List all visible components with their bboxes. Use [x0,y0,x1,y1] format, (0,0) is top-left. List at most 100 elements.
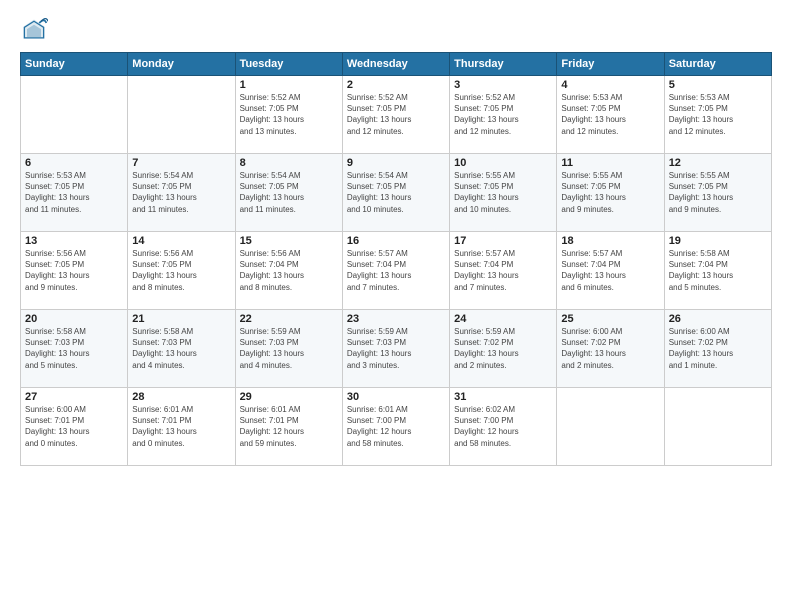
day-number: 4 [561,79,659,91]
day-info: Sunrise: 6:01 AM Sunset: 7:00 PM Dayligh… [347,404,445,449]
calendar-cell: 7Sunrise: 5:54 AM Sunset: 7:05 PM Daylig… [128,154,235,232]
day-number: 24 [454,313,552,325]
day-number: 10 [454,157,552,169]
calendar-cell [664,388,771,466]
logo-icon [20,16,48,44]
day-info: Sunrise: 5:56 AM Sunset: 7:05 PM Dayligh… [25,248,123,293]
day-number: 1 [240,79,338,91]
calendar-weekday-saturday: Saturday [664,53,771,76]
calendar-cell: 24Sunrise: 5:59 AM Sunset: 7:02 PM Dayli… [450,310,557,388]
day-info: Sunrise: 5:59 AM Sunset: 7:02 PM Dayligh… [454,326,552,371]
day-number: 21 [132,313,230,325]
day-info: Sunrise: 5:54 AM Sunset: 7:05 PM Dayligh… [132,170,230,215]
calendar-weekday-sunday: Sunday [21,53,128,76]
calendar-cell: 26Sunrise: 6:00 AM Sunset: 7:02 PM Dayli… [664,310,771,388]
calendar-cell: 14Sunrise: 5:56 AM Sunset: 7:05 PM Dayli… [128,232,235,310]
day-number: 22 [240,313,338,325]
calendar-cell [557,388,664,466]
calendar-cell: 1Sunrise: 5:52 AM Sunset: 7:05 PM Daylig… [235,76,342,154]
calendar-cell: 5Sunrise: 5:53 AM Sunset: 7:05 PM Daylig… [664,76,771,154]
calendar-cell: 11Sunrise: 5:55 AM Sunset: 7:05 PM Dayli… [557,154,664,232]
logo [20,16,52,44]
calendar-cell: 3Sunrise: 5:52 AM Sunset: 7:05 PM Daylig… [450,76,557,154]
day-number: 29 [240,391,338,403]
calendar-cell: 17Sunrise: 5:57 AM Sunset: 7:04 PM Dayli… [450,232,557,310]
day-info: Sunrise: 6:00 AM Sunset: 7:02 PM Dayligh… [561,326,659,371]
day-info: Sunrise: 6:02 AM Sunset: 7:00 PM Dayligh… [454,404,552,449]
calendar-cell [21,76,128,154]
calendar-weekday-friday: Friday [557,53,664,76]
day-number: 9 [347,157,445,169]
day-number: 15 [240,235,338,247]
day-number: 31 [454,391,552,403]
calendar-week-row: 13Sunrise: 5:56 AM Sunset: 7:05 PM Dayli… [21,232,772,310]
calendar-cell: 6Sunrise: 5:53 AM Sunset: 7:05 PM Daylig… [21,154,128,232]
day-info: Sunrise: 5:55 AM Sunset: 7:05 PM Dayligh… [561,170,659,215]
calendar-cell: 28Sunrise: 6:01 AM Sunset: 7:01 PM Dayli… [128,388,235,466]
day-number: 20 [25,313,123,325]
calendar-cell: 29Sunrise: 6:01 AM Sunset: 7:01 PM Dayli… [235,388,342,466]
calendar-cell: 12Sunrise: 5:55 AM Sunset: 7:05 PM Dayli… [664,154,771,232]
day-info: Sunrise: 6:00 AM Sunset: 7:01 PM Dayligh… [25,404,123,449]
calendar-cell: 18Sunrise: 5:57 AM Sunset: 7:04 PM Dayli… [557,232,664,310]
day-number: 30 [347,391,445,403]
calendar-cell [128,76,235,154]
calendar-weekday-tuesday: Tuesday [235,53,342,76]
day-number: 25 [561,313,659,325]
day-info: Sunrise: 6:01 AM Sunset: 7:01 PM Dayligh… [132,404,230,449]
calendar-weekday-thursday: Thursday [450,53,557,76]
day-number: 7 [132,157,230,169]
day-number: 11 [561,157,659,169]
calendar-cell: 13Sunrise: 5:56 AM Sunset: 7:05 PM Dayli… [21,232,128,310]
day-number: 16 [347,235,445,247]
header [20,16,772,44]
calendar-header-row: SundayMondayTuesdayWednesdayThursdayFrid… [21,53,772,76]
calendar-cell: 30Sunrise: 6:01 AM Sunset: 7:00 PM Dayli… [342,388,449,466]
day-info: Sunrise: 5:52 AM Sunset: 7:05 PM Dayligh… [454,92,552,137]
day-info: Sunrise: 5:54 AM Sunset: 7:05 PM Dayligh… [347,170,445,215]
day-info: Sunrise: 5:56 AM Sunset: 7:04 PM Dayligh… [240,248,338,293]
calendar-cell: 15Sunrise: 5:56 AM Sunset: 7:04 PM Dayli… [235,232,342,310]
day-number: 6 [25,157,123,169]
day-number: 17 [454,235,552,247]
day-number: 12 [669,157,767,169]
calendar-cell: 25Sunrise: 6:00 AM Sunset: 7:02 PM Dayli… [557,310,664,388]
calendar-week-row: 20Sunrise: 5:58 AM Sunset: 7:03 PM Dayli… [21,310,772,388]
calendar-cell: 22Sunrise: 5:59 AM Sunset: 7:03 PM Dayli… [235,310,342,388]
day-info: Sunrise: 6:00 AM Sunset: 7:02 PM Dayligh… [669,326,767,371]
day-info: Sunrise: 5:56 AM Sunset: 7:05 PM Dayligh… [132,248,230,293]
day-info: Sunrise: 5:57 AM Sunset: 7:04 PM Dayligh… [561,248,659,293]
calendar-cell: 8Sunrise: 5:54 AM Sunset: 7:05 PM Daylig… [235,154,342,232]
day-info: Sunrise: 5:59 AM Sunset: 7:03 PM Dayligh… [240,326,338,371]
day-info: Sunrise: 5:53 AM Sunset: 7:05 PM Dayligh… [25,170,123,215]
calendar-week-row: 1Sunrise: 5:52 AM Sunset: 7:05 PM Daylig… [21,76,772,154]
day-info: Sunrise: 5:58 AM Sunset: 7:03 PM Dayligh… [25,326,123,371]
day-info: Sunrise: 5:58 AM Sunset: 7:04 PM Dayligh… [669,248,767,293]
calendar-table: SundayMondayTuesdayWednesdayThursdayFrid… [20,52,772,466]
day-info: Sunrise: 5:54 AM Sunset: 7:05 PM Dayligh… [240,170,338,215]
calendar-weekday-monday: Monday [128,53,235,76]
calendar-week-row: 27Sunrise: 6:00 AM Sunset: 7:01 PM Dayli… [21,388,772,466]
day-info: Sunrise: 5:57 AM Sunset: 7:04 PM Dayligh… [454,248,552,293]
calendar-cell: 20Sunrise: 5:58 AM Sunset: 7:03 PM Dayli… [21,310,128,388]
calendar-cell: 10Sunrise: 5:55 AM Sunset: 7:05 PM Dayli… [450,154,557,232]
day-number: 26 [669,313,767,325]
calendar-cell: 9Sunrise: 5:54 AM Sunset: 7:05 PM Daylig… [342,154,449,232]
day-info: Sunrise: 5:58 AM Sunset: 7:03 PM Dayligh… [132,326,230,371]
calendar-weekday-wednesday: Wednesday [342,53,449,76]
day-info: Sunrise: 5:57 AM Sunset: 7:04 PM Dayligh… [347,248,445,293]
day-info: Sunrise: 5:53 AM Sunset: 7:05 PM Dayligh… [669,92,767,137]
calendar-cell: 19Sunrise: 5:58 AM Sunset: 7:04 PM Dayli… [664,232,771,310]
calendar-cell: 16Sunrise: 5:57 AM Sunset: 7:04 PM Dayli… [342,232,449,310]
calendar-cell: 23Sunrise: 5:59 AM Sunset: 7:03 PM Dayli… [342,310,449,388]
day-info: Sunrise: 5:59 AM Sunset: 7:03 PM Dayligh… [347,326,445,371]
day-info: Sunrise: 5:52 AM Sunset: 7:05 PM Dayligh… [240,92,338,137]
day-number: 23 [347,313,445,325]
calendar-cell: 4Sunrise: 5:53 AM Sunset: 7:05 PM Daylig… [557,76,664,154]
day-number: 28 [132,391,230,403]
day-info: Sunrise: 5:55 AM Sunset: 7:05 PM Dayligh… [454,170,552,215]
day-number: 27 [25,391,123,403]
day-number: 14 [132,235,230,247]
day-number: 3 [454,79,552,91]
day-number: 5 [669,79,767,91]
